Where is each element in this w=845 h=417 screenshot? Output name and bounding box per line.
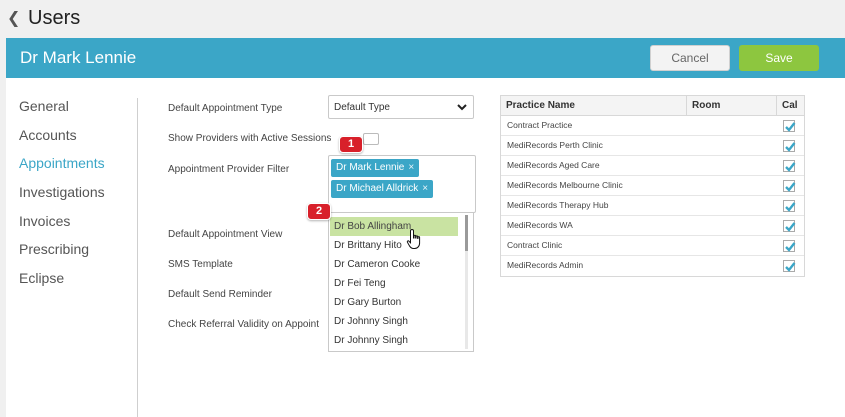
dropdown-option[interactable]: Dr Johnny Singh [330,312,458,331]
provider-name: Dr Mark Lennie [20,48,137,67]
cal-checkbox[interactable] [783,240,796,252]
practice-name-cell: MediRecords Admin [507,260,584,270]
default-appointment-type-select[interactable]: Default Type [328,95,474,119]
save-button[interactable]: Save [739,45,819,71]
settings-content: General Accounts Appointments Investigat… [6,78,845,417]
table-row: MediRecords Admin [501,256,804,276]
dropdown-scrollbar-thumb[interactable] [465,215,468,251]
table-body: Contract Practice MediRecords Perth Clini… [501,116,804,276]
sms-template-label: SMS Template [168,259,233,270]
chevron-down-icon [456,100,468,117]
practice-name-cell: MediRecords Melbourne Clinic [507,180,623,190]
provider-filter-multiselect[interactable]: Dr Mark Lennie × Dr Michael Alldrick × [328,155,476,213]
default-appointment-type-value: Default Type [334,102,390,113]
back-chevron-icon[interactable]: ❮ [7,8,20,28]
remove-chip-icon[interactable]: × [408,162,414,173]
callout-badge-1: 1 [339,136,363,153]
table-row: Contract Clinic [501,236,804,256]
provider-header: Dr Mark Lennie Cancel Save [6,38,845,78]
show-active-sessions-label: Show Providers with Active Sessions [168,133,332,144]
dropdown-option[interactable]: Dr Gary Burton [330,293,458,312]
sidebar-divider [137,98,138,417]
default-send-reminder-label: Default Send Reminder [168,289,272,300]
show-active-sessions-checkbox[interactable] [363,133,379,145]
check-icon [785,122,796,132]
column-header-cal: Cal [776,96,806,116]
provider-dropdown-list: Dr Bob Allingham Dr Brittany Hito Dr Cam… [328,212,474,352]
check-icon [785,222,796,232]
check-icon [785,142,796,152]
provider-filter-label: Appointment Provider Filter [168,164,290,175]
provider-chip-label: Dr Mark Lennie [336,162,405,173]
practice-name-cell: MediRecords Perth Clinic [507,140,603,150]
practice-name-cell: Contract Clinic [507,240,563,250]
dropdown-option[interactable]: Dr Brittany Hito [330,236,458,255]
table-header: Practice Name Room Cal [501,96,804,116]
sidebar-item-invoices[interactable]: Invoices [19,211,105,240]
cal-checkbox[interactable] [783,200,796,212]
provider-chip: Dr Mark Lennie × [331,159,420,177]
check-icon [785,262,796,272]
cal-checkbox[interactable] [783,140,796,152]
cancel-button[interactable]: Cancel [650,45,730,71]
remove-chip-icon[interactable]: × [422,183,428,194]
dropdown-option[interactable]: Dr Fei Teng [330,274,458,293]
sidebar-item-general[interactable]: General [19,96,105,125]
default-appointment-view-label: Default Appointment View [168,229,283,240]
cal-checkbox[interactable] [783,180,796,192]
dropdown-option[interactable]: Dr Johnny Singh [330,331,458,350]
check-icon [785,242,796,252]
sidebar-item-appointments[interactable]: Appointments [19,153,105,182]
hand-cursor-icon [406,228,421,249]
practice-table: Practice Name Room Cal Contract Practice… [500,95,805,277]
cal-checkbox[interactable] [783,220,796,232]
sidebar-item-investigations[interactable]: Investigations [19,182,105,211]
column-header-room: Room [686,96,776,116]
cal-checkbox[interactable] [783,160,796,172]
check-icon [785,182,796,192]
table-row: MediRecords Therapy Hub [501,196,804,216]
practice-name-cell: MediRecords Therapy Hub [507,200,609,210]
sidebar-item-eclipse[interactable]: Eclipse [19,268,105,297]
check-icon [785,202,796,212]
provider-chip: Dr Michael Alldrick × [331,180,434,198]
table-row: MediRecords Aged Care [501,156,804,176]
dropdown-option[interactable]: Dr Bob Allingham [330,217,458,236]
settings-sidebar: General Accounts Appointments Investigat… [19,96,105,297]
table-row: MediRecords Melbourne Clinic [501,176,804,196]
practice-name-cell: MediRecords WA [507,220,573,230]
table-row: MediRecords Perth Clinic [501,136,804,156]
practice-name-cell: Contract Practice [507,120,573,130]
practice-name-cell: MediRecords Aged Care [507,160,600,170]
dropdown-option[interactable]: Dr Cameron Cooke [330,255,458,274]
default-appointment-type-label: Default Appointment Type [168,103,283,114]
top-bar: ❮ Users [0,0,845,38]
table-row: MediRecords WA [501,216,804,236]
provider-chip-label: Dr Michael Alldrick [336,183,419,194]
sidebar-item-accounts[interactable]: Accounts [19,125,105,154]
cal-checkbox[interactable] [783,120,796,132]
table-row: Contract Practice [501,116,804,136]
column-header-practice-name: Practice Name [506,100,575,111]
check-referral-validity-label: Check Referral Validity on Appoint [168,319,320,330]
cal-checkbox[interactable] [783,260,796,272]
sidebar-item-prescribing[interactable]: Prescribing [19,239,105,268]
callout-badge-2: 2 [307,203,331,220]
page-title: Users [28,7,81,29]
check-icon [785,162,796,172]
